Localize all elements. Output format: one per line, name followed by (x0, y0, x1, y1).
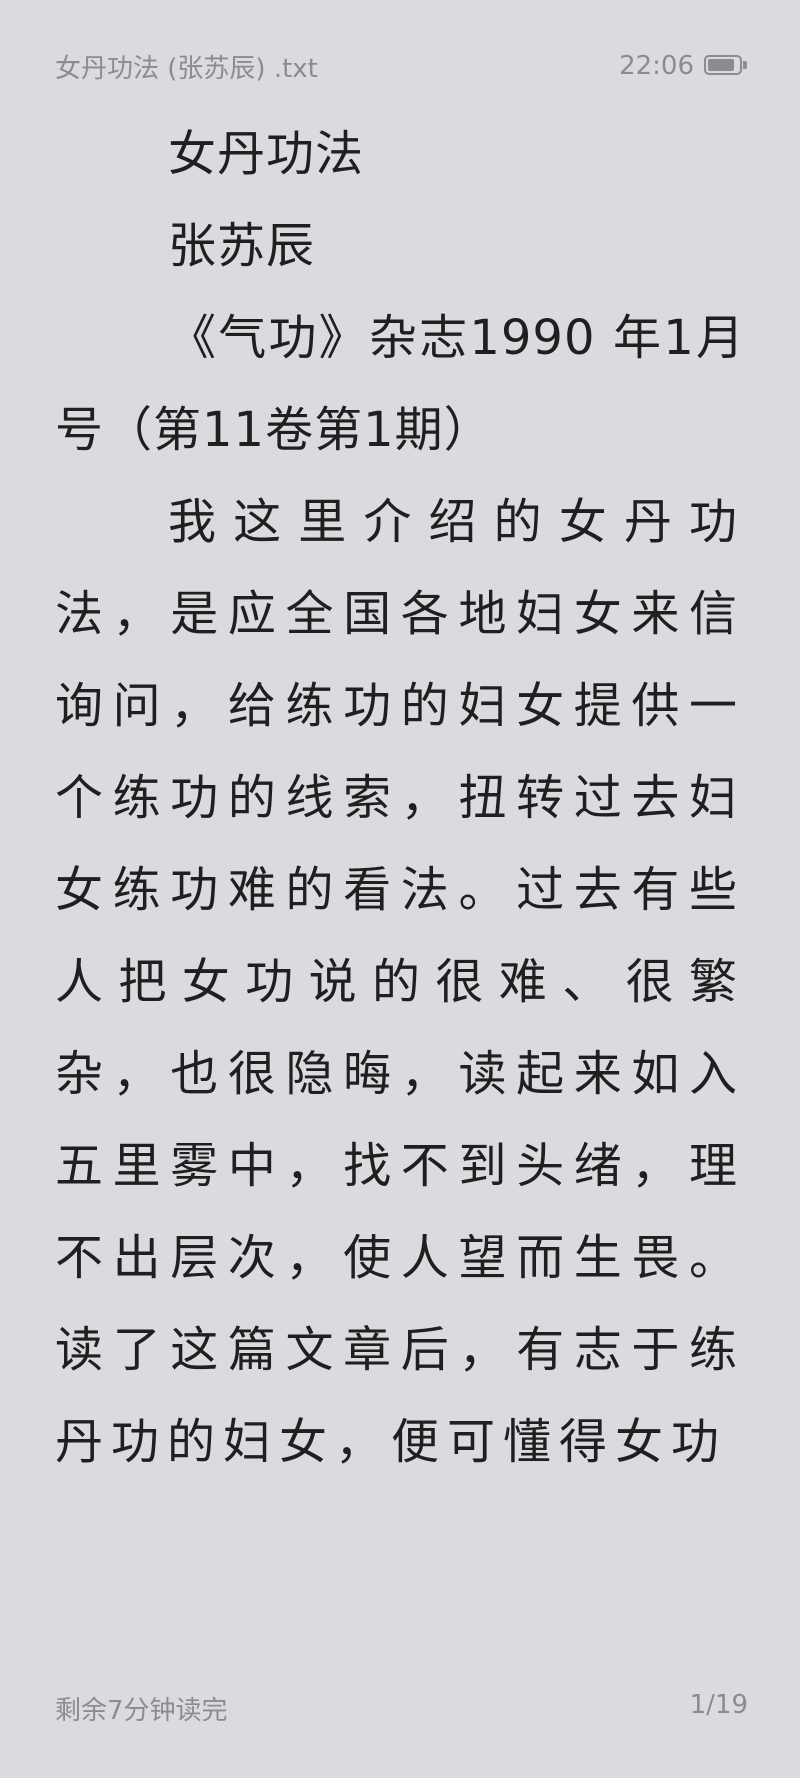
file-title: 女丹功法 (张苏辰) .txt (55, 53, 318, 84)
status-bar: 女丹功法 (张苏辰) .txt 22:06 (55, 46, 748, 86)
reader-footer: 剩余7分钟读完 1/19 (55, 1690, 748, 1727)
page-indicator: 1/19 (689, 1690, 748, 1720)
reader-page[interactable]: 女丹功法 张苏辰 《气功》杂志1990 年1月号（第11卷第1期） 我这里介绍的… (55, 108, 745, 1488)
status-right: 22:06 (619, 51, 748, 81)
reading-time-remaining: 剩余7分钟读完 (55, 1696, 228, 1726)
battery-icon (704, 55, 748, 77)
body-paragraph: 我这里介绍的女丹功法，是应全国各地妇女来信询问，给练功的妇女提供一个练功的线索，… (55, 494, 745, 1470)
book-author: 张苏辰 (168, 218, 316, 274)
book-title: 女丹功法 (168, 126, 365, 182)
clock: 22:06 (619, 51, 694, 81)
source-citation: 《气功》杂志1990 年1月号（第11卷第1期） (55, 310, 745, 458)
